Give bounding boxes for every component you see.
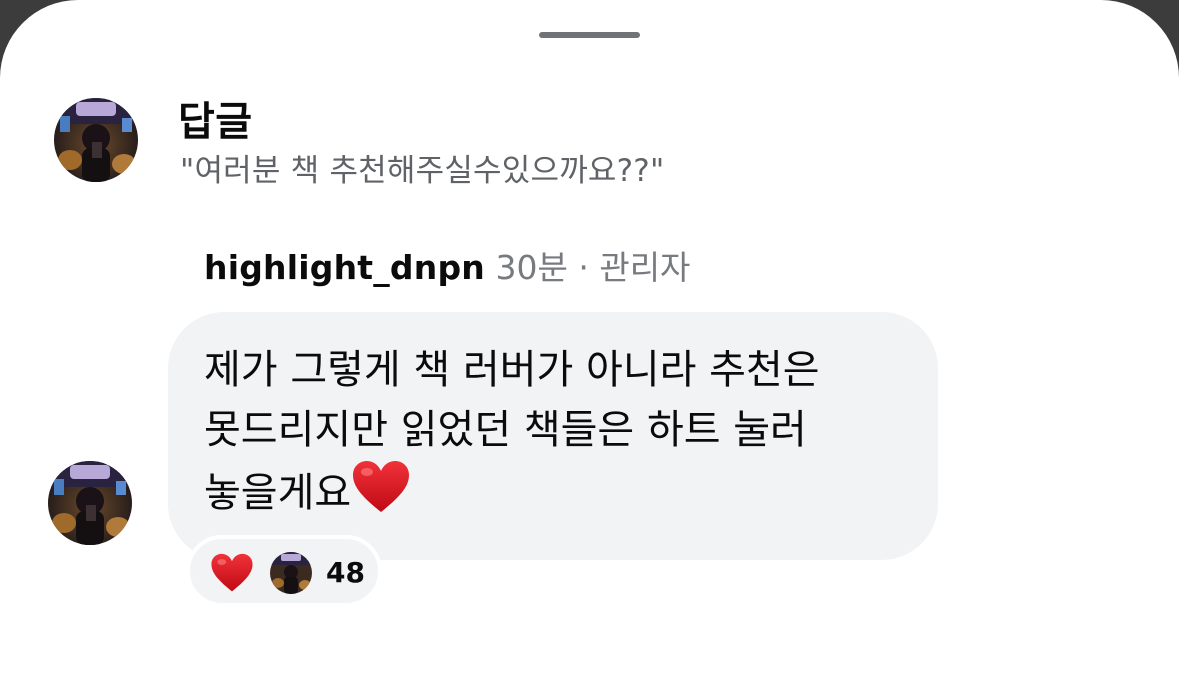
reaction-summary[interactable]: 48 [186, 535, 382, 607]
reply-sheet: 답글 "여러분 책 추천해주실수있으까요??" highlight_dnpn 3… [0, 0, 1179, 700]
reply-meta: highlight_dnpn 30분 · 관리자 [204, 246, 690, 290]
reply-line-3: 놓을게요 [204, 470, 352, 516]
original-comment-text: "여러분 책 추천해주실수있으까요??" [180, 153, 665, 189]
reaction-count: 48 [326, 556, 365, 589]
heart-icon [353, 461, 410, 512]
meta-separator: · [578, 248, 589, 287]
reply-role-badge: 관리자 [599, 248, 691, 287]
original-comment-avatar[interactable] [54, 98, 138, 182]
reply-time: 30분 [495, 248, 568, 287]
sheet-grabber[interactable] [539, 32, 640, 38]
sheet-title: 답글 [178, 99, 253, 145]
reactor-avatar [270, 552, 312, 594]
heart-icon [211, 553, 253, 592]
reply-line-3-wrap: 놓을게요 [204, 460, 906, 523]
reply-line-2: 못드리지만 읽었던 책들은 하트 눌러 [204, 407, 807, 453]
reply-username[interactable]: highlight_dnpn [204, 248, 485, 287]
reply-line-1: 제가 그렇게 책 러버가 아니라 추천은 [204, 347, 820, 393]
reply-author-avatar[interactable] [48, 461, 132, 545]
reply-bubble[interactable]: 제가 그렇게 책 러버가 아니라 추천은 못드리지만 읽었던 책들은 하트 눌러… [168, 312, 938, 560]
